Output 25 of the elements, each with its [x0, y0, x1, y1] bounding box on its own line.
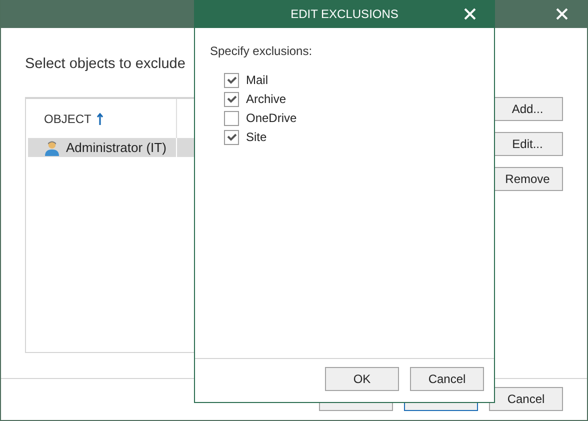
dialog-button[interactable]: OK: [325, 367, 399, 391]
checkbox-label[interactable]: Mail: [246, 73, 268, 87]
close-icon[interactable]: [556, 8, 568, 20]
side-button[interactable]: Remove: [492, 167, 563, 191]
page-heading: Select objects to exclude: [25, 55, 186, 74]
check-icon: [226, 95, 236, 103]
prompt-text: Specify exclusions:: [210, 44, 314, 58]
side-button[interactable]: Add...: [492, 97, 563, 121]
footer-button[interactable]: Cancel: [489, 387, 563, 411]
checkbox-label[interactable]: Site: [246, 130, 267, 144]
checkbox-label[interactable]: OneDrive: [246, 111, 297, 125]
column-header[interactable]: OBJECT: [44, 112, 92, 126]
object-name: Administrator (IT): [66, 140, 168, 155]
checkbox[interactable]: [224, 130, 239, 144]
checkbox-label[interactable]: Archive: [246, 92, 286, 106]
dialog-button[interactable]: Cancel: [410, 367, 484, 391]
dialog-title: EDIT EXCLUSIONS: [290, 7, 398, 21]
close-icon[interactable]: [464, 8, 476, 20]
user-icon: [44, 140, 60, 156]
check-icon: [226, 133, 236, 141]
side-button[interactable]: Edit...: [492, 132, 563, 156]
checkbox[interactable]: [224, 72, 239, 88]
check-icon: [226, 76, 236, 84]
checkbox[interactable]: [224, 110, 239, 126]
checkbox[interactable]: [224, 92, 239, 106]
